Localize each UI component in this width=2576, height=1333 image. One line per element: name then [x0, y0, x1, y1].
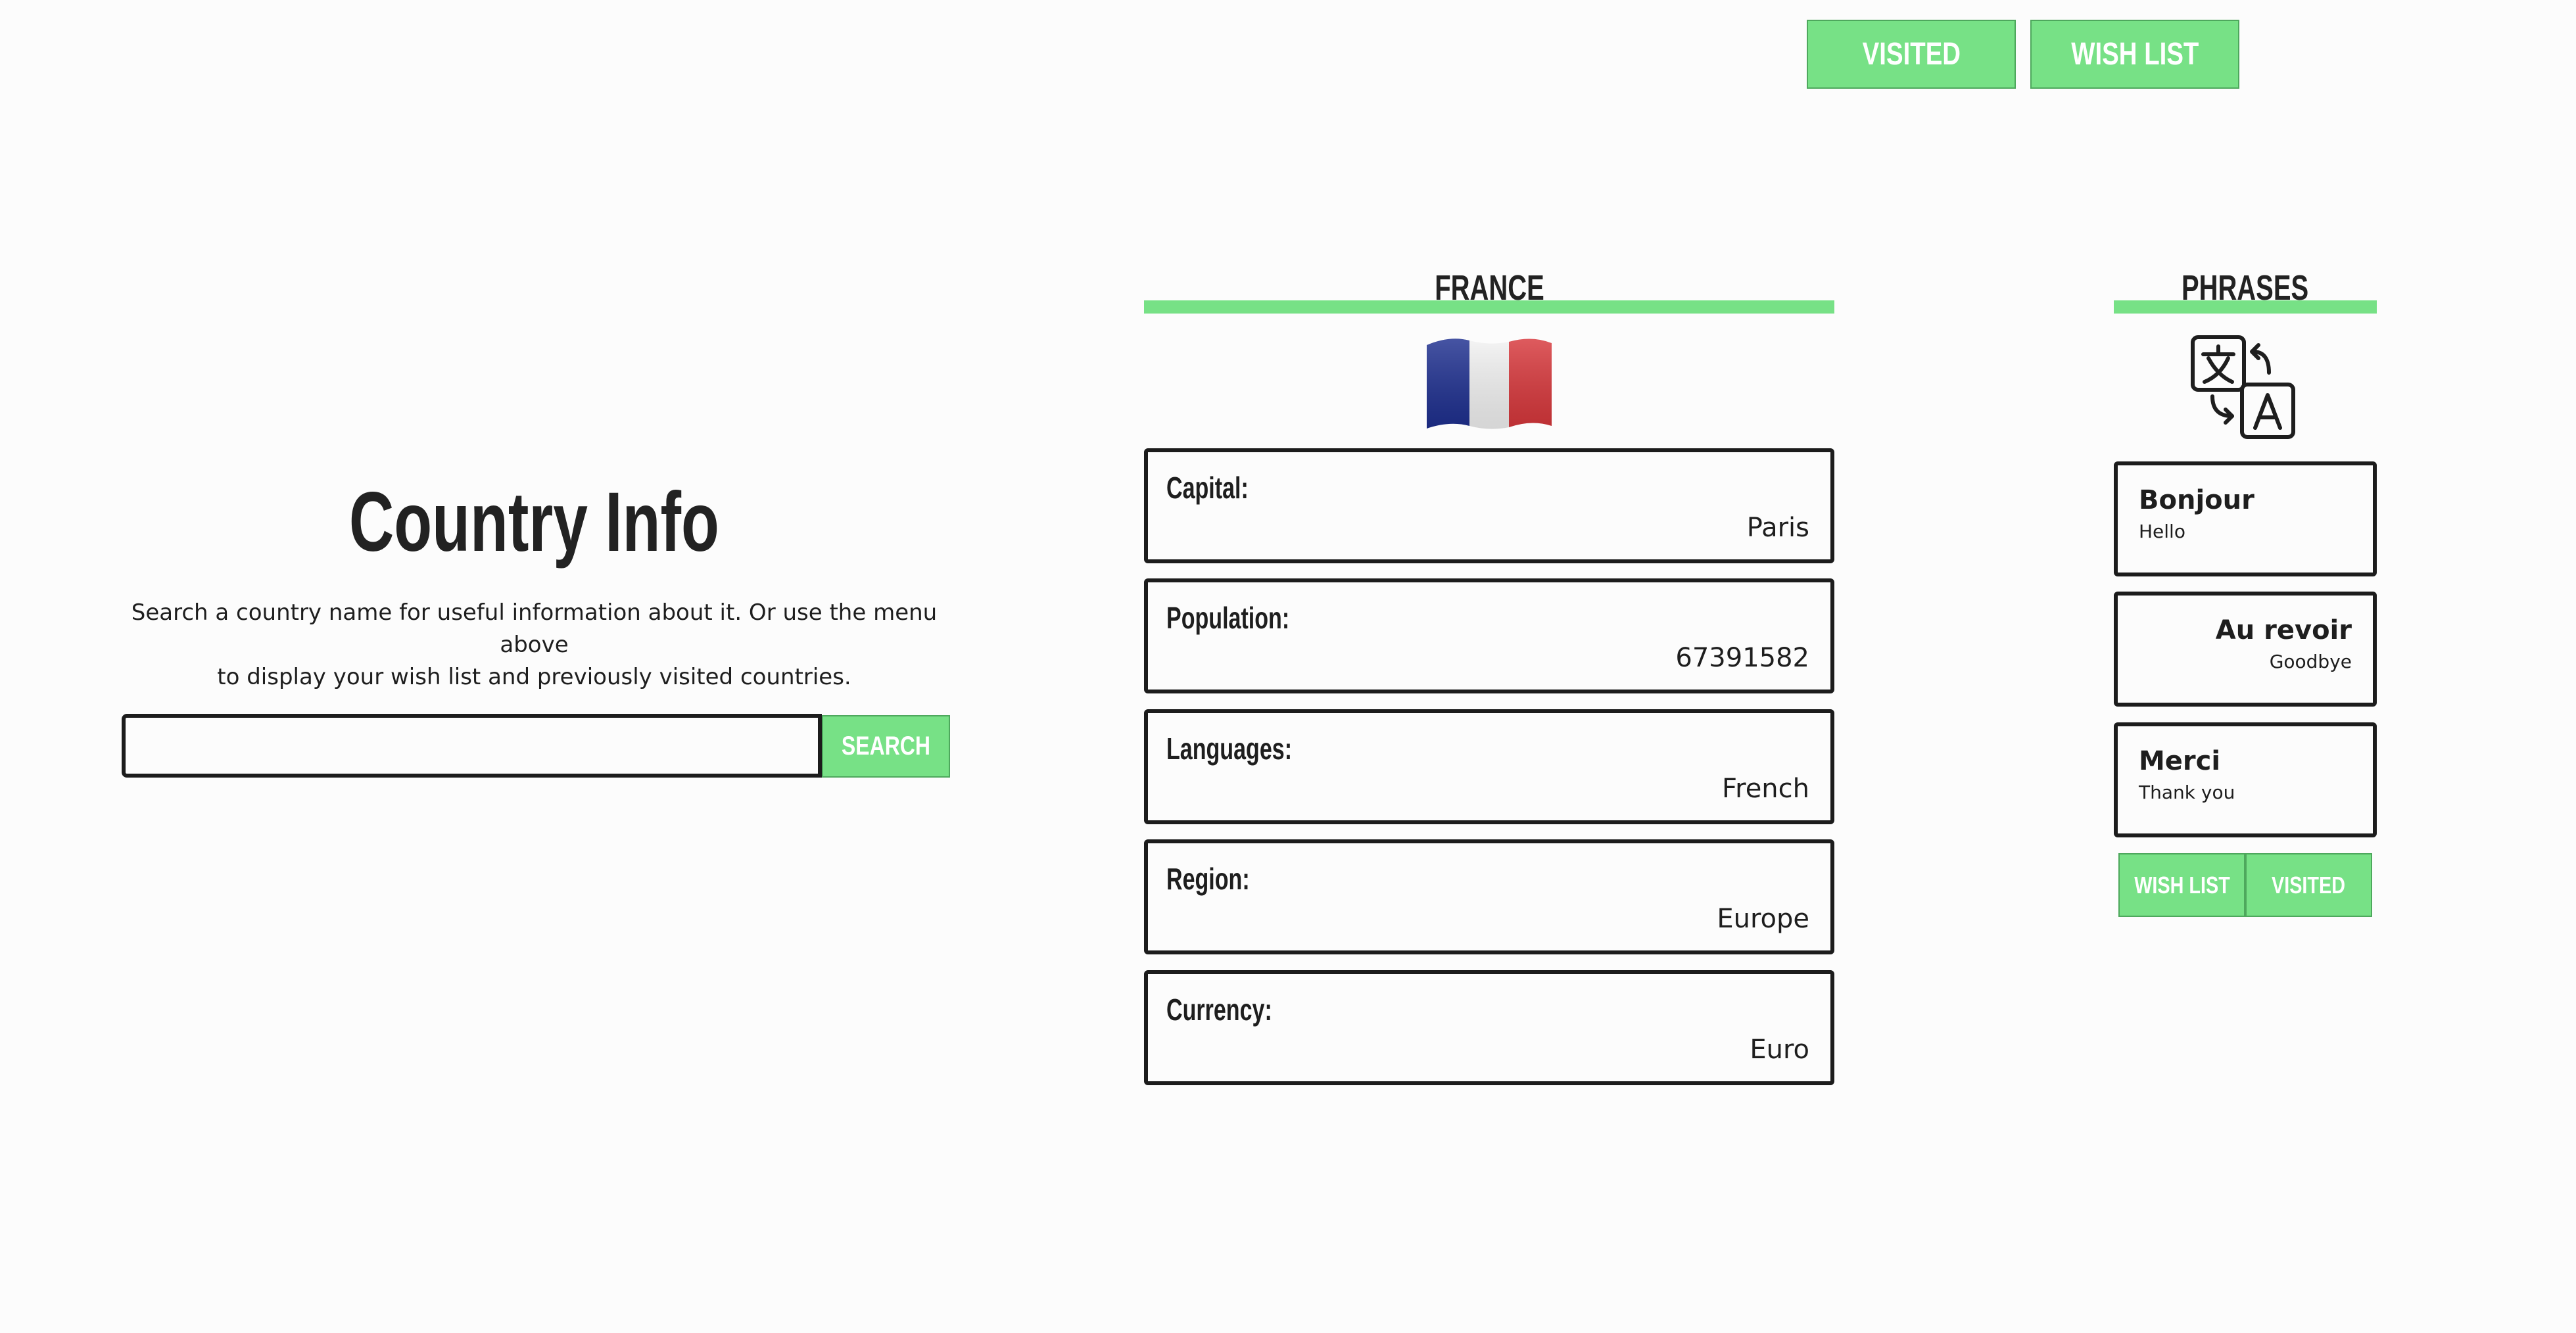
intro-line-1: Search a country name for useful informa…	[131, 599, 938, 658]
nav-wishlist-button[interactable]: WISH LIST	[2030, 20, 2239, 89]
phrases-heading: PHRASES	[2114, 268, 2377, 308]
nav-visited-label: VISITED	[1862, 37, 1961, 72]
capital-value: Paris	[1746, 513, 1809, 543]
translate-icon	[2191, 335, 2295, 439]
phrase-translation: Goodbye	[2269, 651, 2352, 672]
currency-card: Currency: Euro	[1144, 970, 1834, 1085]
phrase-card: Bonjour Hello	[2114, 461, 2377, 576]
languages-value: French	[1722, 774, 1809, 804]
region-card: Region: Europe	[1144, 839, 1834, 954]
population-label: Population:	[1166, 601, 1290, 635]
region-label: Region:	[1166, 862, 1250, 896]
add-to-visited-label: VISITED	[2272, 871, 2346, 899]
add-to-wishlist-label: WISH LIST	[2134, 871, 2230, 899]
phrase-text: Au revoir	[2215, 615, 2352, 645]
population-card: Population: 67391582	[1144, 578, 1834, 693]
country-search-input[interactable]	[122, 714, 822, 778]
country-name-heading: FRANCE	[1144, 268, 1834, 308]
capital-label: Capital:	[1166, 471, 1249, 505]
currency-value: Euro	[1750, 1035, 1809, 1065]
languages-card: Languages: French	[1144, 709, 1834, 824]
intro-text: Search a country name for useful informa…	[115, 597, 953, 693]
page-title: Country Info	[122, 473, 947, 572]
nav-visited-button[interactable]: VISITED	[1807, 20, 2016, 89]
languages-label: Languages:	[1166, 732, 1293, 766]
population-value: 67391582	[1675, 643, 1809, 673]
nav-wishlist-label: WISH LIST	[2070, 37, 2199, 72]
capital-card: Capital: Paris	[1144, 448, 1834, 563]
phrase-text: Bonjour	[2139, 485, 2254, 515]
page-title-text: Country Info	[349, 475, 719, 569]
phrases-heading-text: PHRASES	[2182, 268, 2309, 308]
country-name-text: FRANCE	[1434, 268, 1544, 308]
region-value: Europe	[1717, 904, 1809, 934]
phrase-translation: Thank you	[2139, 782, 2235, 803]
search-button-label: SEARCH	[841, 732, 931, 760]
currency-label: Currency:	[1166, 993, 1272, 1027]
flag-france-icon	[1427, 339, 1552, 429]
add-to-visited-button[interactable]: VISITED	[2245, 853, 2372, 917]
phrase-text: Merci	[2139, 746, 2221, 776]
phrase-card: Au revoir Goodbye	[2114, 592, 2377, 707]
add-to-wishlist-button[interactable]: WISH LIST	[2118, 853, 2245, 917]
phrase-card: Merci Thank you	[2114, 722, 2377, 837]
phrase-translation: Hello	[2139, 521, 2185, 542]
search-button[interactable]: SEARCH	[822, 715, 950, 778]
intro-line-2: to display your wish list and previously…	[217, 664, 851, 690]
